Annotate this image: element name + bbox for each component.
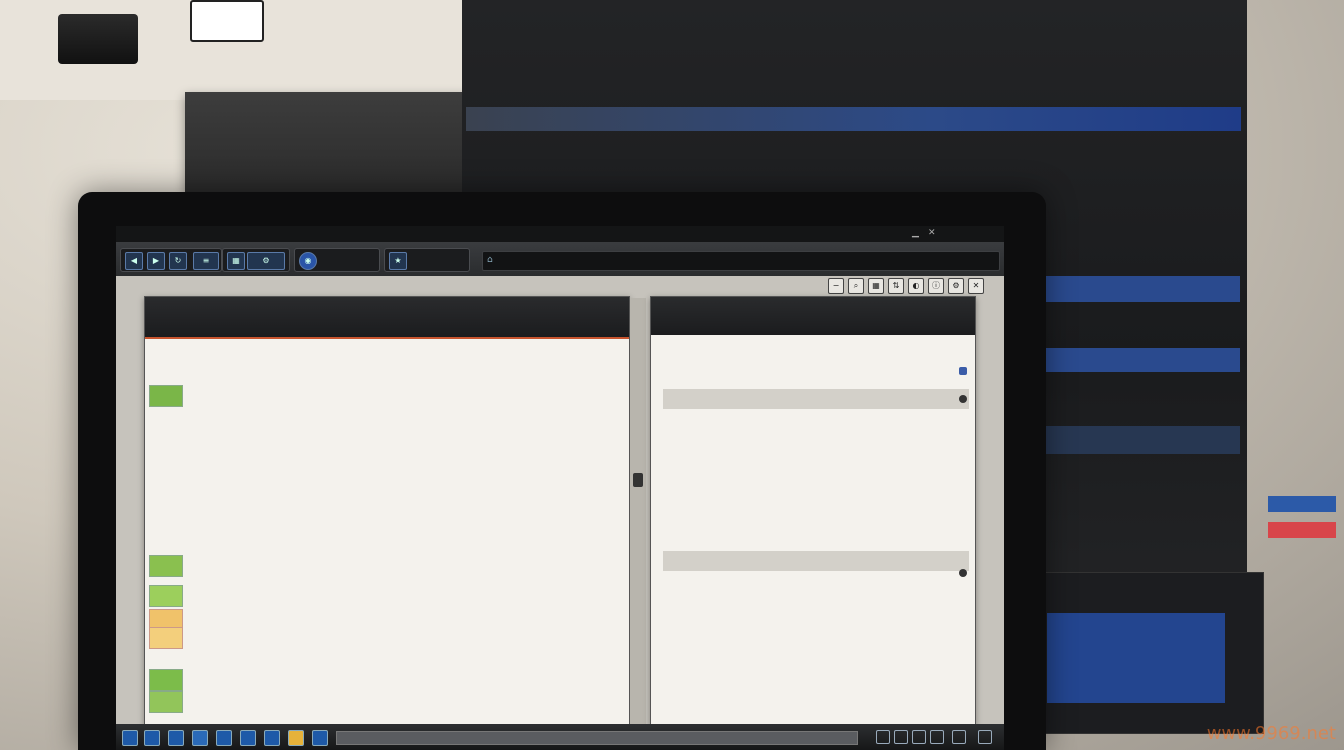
- bookmark-icon[interactable]: ★: [389, 252, 407, 270]
- minimize-icon[interactable]: ▁: [912, 228, 919, 238]
- tray-icon[interactable]: [894, 730, 908, 744]
- splitter[interactable]: [630, 298, 646, 728]
- grid-icon[interactable]: ▦: [868, 278, 884, 294]
- taskbar-window[interactable]: [336, 731, 858, 745]
- background-highlight: [1040, 426, 1240, 454]
- pane-header: [145, 297, 629, 337]
- pane-header: [651, 297, 975, 335]
- app-icon[interactable]: [192, 730, 208, 746]
- folder-icon[interactable]: [288, 730, 304, 746]
- toolbar-group: ▦ ⚙: [222, 248, 290, 272]
- lock-icon: ⌂: [487, 255, 493, 265]
- accent-line: [145, 337, 629, 339]
- selected-row[interactable]: [663, 551, 969, 571]
- volume-icon[interactable]: [930, 730, 944, 744]
- app-window: ▁ ✕ ◀ ▶ ↻ ≡ ▦ ⚙ ◉ ★ ⌂ − ⌕ ▦ ⇅ ◐ ⓘ ⚙ ✕: [116, 226, 1004, 750]
- selected-row[interactable]: [663, 389, 969, 409]
- status-dot-icon: [959, 569, 967, 577]
- thumbnail[interactable]: [149, 585, 183, 607]
- toolbar-group: ★: [384, 248, 470, 272]
- close-icon[interactable]: ✕: [928, 228, 936, 238]
- toolbar: ◀ ▶ ↻ ≡ ▦ ⚙ ◉ ★ ⌂: [116, 242, 1004, 277]
- app-icon[interactable]: [312, 730, 328, 746]
- toolbar-group: ◀ ▶ ↻ ≡: [120, 248, 222, 272]
- settings-icon[interactable]: ⚙: [948, 278, 964, 294]
- app-icon[interactable]: [168, 730, 184, 746]
- info-icon[interactable]: [959, 367, 967, 375]
- thumbnail[interactable]: [149, 691, 183, 713]
- app-icon[interactable]: [240, 730, 256, 746]
- background-panel: [185, 92, 485, 192]
- document-icon: [190, 0, 264, 42]
- document-pane: [144, 296, 630, 726]
- refresh-icon[interactable]: ↻: [169, 252, 187, 270]
- background-highlight: [1040, 348, 1240, 372]
- options-icon[interactable]: ⚙: [247, 252, 285, 270]
- network-icon[interactable]: [912, 730, 926, 744]
- menu-icon[interactable]: ≡: [193, 252, 219, 270]
- sort-icon[interactable]: ⇅: [888, 278, 904, 294]
- status-dot-icon: [959, 395, 967, 403]
- zoom-out-icon[interactable]: −: [828, 278, 844, 294]
- app-icon[interactable]: [216, 730, 232, 746]
- window-titlebar: ▁ ✕: [116, 226, 1004, 242]
- thumbnail[interactable]: [149, 555, 183, 577]
- background-highlight: [1040, 276, 1240, 302]
- forward-icon[interactable]: ▶: [147, 252, 165, 270]
- notification-icon[interactable]: [978, 730, 992, 744]
- start-icon[interactable]: [122, 730, 138, 746]
- address-bar[interactable]: ⌂: [482, 251, 1000, 271]
- background-poster: [0, 0, 470, 100]
- globe-icon[interactable]: ◉: [299, 252, 317, 270]
- app-icon[interactable]: [144, 730, 160, 746]
- background-widget: [1040, 572, 1264, 734]
- toolbar-group: ◉: [294, 248, 380, 272]
- thumbnail[interactable]: [149, 627, 183, 649]
- search-icon[interactable]: ⌕: [848, 278, 864, 294]
- close-icon[interactable]: ✕: [968, 278, 984, 294]
- thumbnail[interactable]: [149, 385, 183, 407]
- view-icon[interactable]: ▦: [227, 252, 245, 270]
- widget-screen: [1047, 613, 1225, 703]
- watermark: www.9969.net: [1206, 723, 1336, 744]
- background-blue-bar: [466, 107, 1241, 131]
- app-icon[interactable]: [264, 730, 280, 746]
- folder-icon: [58, 14, 138, 64]
- tray-icon[interactable]: [876, 730, 890, 744]
- filter-icon[interactable]: ◐: [908, 278, 924, 294]
- red-tag: [1268, 522, 1336, 538]
- thumbnail[interactable]: [149, 669, 183, 691]
- blue-tag: [1268, 496, 1336, 512]
- back-icon[interactable]: ◀: [125, 252, 143, 270]
- view-controls: − ⌕ ▦ ⇅ ◐ ⓘ ⚙ ✕: [828, 278, 998, 294]
- splitter-handle-icon[interactable]: [633, 473, 643, 487]
- info-icon[interactable]: ⓘ: [928, 278, 944, 294]
- tray-icon[interactable]: [952, 730, 966, 744]
- taskbar: [116, 724, 1004, 750]
- list-pane: [650, 296, 976, 726]
